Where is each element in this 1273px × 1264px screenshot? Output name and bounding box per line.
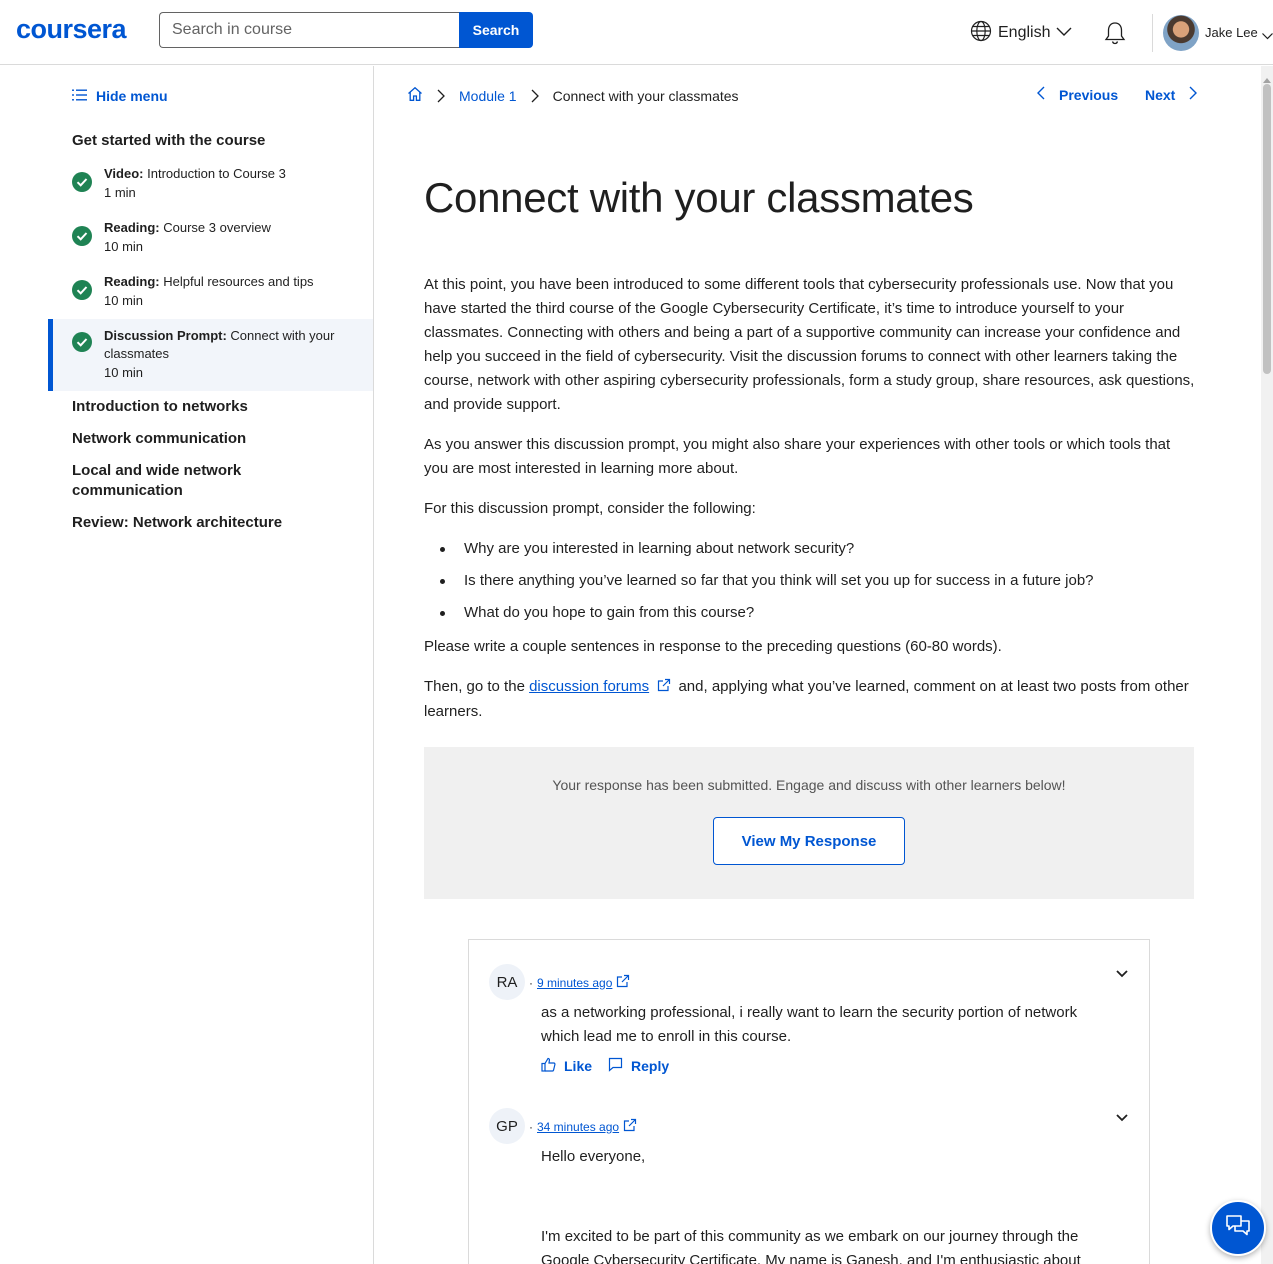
bell-icon[interactable]: [1102, 20, 1128, 46]
external-link-icon[interactable]: [623, 1118, 637, 1135]
external-link-icon[interactable]: [616, 974, 630, 991]
word-count-paragraph: Please write a couple sentences in respo…: [424, 638, 1002, 655]
scrollbar-thumb[interactable]: [1263, 84, 1271, 374]
item-type: Discussion Prompt:: [104, 328, 227, 343]
main-content: Module 1 Connect with your classmates Pr…: [374, 66, 1261, 1264]
consider-paragraph: For this discussion prompt, consider the…: [424, 500, 756, 517]
course-sidebar: Hide menu Get started with the course Vi…: [0, 66, 374, 1264]
avatar[interactable]: GP: [489, 1108, 525, 1144]
previous-label: Previous: [1059, 86, 1119, 103]
sidebar-section-intro-networks[interactable]: Introduction to networks: [72, 397, 312, 417]
breadcrumb: Module 1 Connect with your classmates: [407, 86, 739, 105]
item-title: Introduction to Course 3: [147, 166, 286, 181]
username[interactable]: Jake Lee: [1205, 25, 1258, 40]
sidebar-item-helpful-resources[interactable]: Reading: Helpful resources and tips 10 m…: [48, 272, 373, 318]
page-scrollbar[interactable]: [1261, 66, 1273, 1264]
post-actions: Like Reply: [541, 1057, 669, 1075]
item-duration: 10 min: [104, 365, 144, 380]
check-icon: [72, 172, 92, 192]
post-body: I'm excited to be part of this community…: [541, 1228, 1081, 1264]
top-header: coursera Search English Jake Lee: [0, 0, 1273, 65]
item-type: Reading:: [104, 220, 160, 235]
avatar[interactable]: [1163, 15, 1199, 51]
chevron-right-icon: [437, 89, 445, 103]
post-timestamp: · 34 minutes ago: [529, 1118, 637, 1135]
chat-button[interactable]: [1210, 1200, 1266, 1256]
breadcrumb-current: Connect with your classmates: [552, 87, 739, 104]
item-duration: 10 min: [104, 293, 144, 308]
thumbs-up-icon: [541, 1057, 556, 1075]
discussion-forums-link[interactable]: discussion forums: [529, 678, 649, 695]
forum-paragraph: Then, go to the discussion forums and, a…: [424, 675, 1196, 724]
search-input[interactable]: [159, 12, 459, 48]
lesson-title: Get started with the course: [72, 132, 266, 149]
external-link-icon: [657, 676, 671, 700]
chat-icon: [1224, 1212, 1252, 1245]
list-item: Why are you interested in learning about…: [438, 537, 1198, 569]
post-body: as a networking professional, i really w…: [541, 1004, 1078, 1045]
chevron-left-icon: [1037, 86, 1045, 103]
next-button[interactable]: Next: [1145, 86, 1198, 103]
coursera-logo[interactable]: coursera: [16, 14, 127, 45]
discussion-posts: RA · 9 minutes ago as a networking profe…: [468, 939, 1150, 1264]
sidebar-item-discussion-prompt[interactable]: Discussion Prompt: Connect with your cla…: [48, 319, 373, 391]
sidebar-section-network-communication[interactable]: Network communication: [72, 429, 312, 449]
comment-icon: [608, 1057, 623, 1075]
avatar[interactable]: RA: [489, 964, 525, 1000]
list-item: What do you hope to gain from this cours…: [438, 601, 1198, 633]
sidebar-section-review[interactable]: Review: Network architecture: [72, 513, 312, 533]
check-icon: [72, 226, 92, 246]
view-my-response-button[interactable]: View My Response: [713, 817, 905, 865]
post-time-link[interactable]: 9 minutes ago: [537, 976, 612, 990]
submission-banner: Your response has been submitted. Engage…: [424, 747, 1194, 899]
sidebar-item-video-intro[interactable]: Video: Introduction to Course 3 1 min: [48, 164, 373, 210]
sidebar-item-course-overview[interactable]: Reading: Course 3 overview 10 min: [48, 218, 373, 264]
chevron-down-icon[interactable]: [1262, 27, 1273, 45]
hide-menu-label: Hide menu: [96, 88, 168, 104]
search-button[interactable]: Search: [459, 12, 533, 48]
item-title: Course 3 overview: [163, 220, 271, 235]
item-type: Reading:: [104, 274, 160, 289]
like-label: Like: [564, 1058, 593, 1074]
language-selector[interactable]: English: [970, 20, 1072, 47]
check-icon: [72, 332, 92, 352]
chevron-right-icon: [531, 89, 539, 103]
item-duration: 10 min: [104, 239, 144, 254]
hide-menu-button[interactable]: Hide menu: [72, 88, 168, 104]
reply-label: Reply: [631, 1058, 670, 1074]
sidebar-section-local-wide-network[interactable]: Local and wide network communication: [72, 461, 312, 501]
like-button[interactable]: Like: [541, 1057, 592, 1075]
chevron-right-icon: [1189, 86, 1198, 103]
check-icon: [72, 280, 92, 300]
question-list: Why are you interested in learning about…: [438, 537, 1198, 633]
chevron-down-icon: [1056, 24, 1072, 42]
post-time-link[interactable]: 34 minutes ago: [537, 1120, 619, 1134]
post-timestamp: · 9 minutes ago: [529, 974, 630, 991]
chevron-down-icon[interactable]: [1115, 966, 1129, 984]
intro-paragraph: At this point, you have been introduced …: [424, 276, 1195, 413]
header-divider: [1152, 14, 1153, 52]
language-label: English: [998, 24, 1051, 41]
chevron-down-icon[interactable]: [1115, 1110, 1129, 1128]
reply-button[interactable]: Reply: [608, 1057, 669, 1075]
home-icon[interactable]: [407, 86, 423, 105]
globe-icon: [970, 20, 992, 47]
forum-text-before: Then, go to the: [424, 678, 525, 695]
item-type: Video:: [104, 166, 144, 181]
prompt-paragraph: As you answer this discussion prompt, yo…: [424, 436, 1171, 477]
page-title: Connect with your classmates: [424, 174, 974, 221]
list-item: Is there anything you’ve learned so far …: [438, 569, 1198, 601]
item-duration: 1 min: [104, 185, 136, 200]
post-greeting: Hello everyone,: [541, 1148, 646, 1165]
breadcrumb-module[interactable]: Module 1: [459, 88, 517, 104]
item-title: Helpful resources and tips: [163, 274, 314, 289]
previous-button[interactable]: Previous: [1037, 86, 1118, 103]
submission-message: Your response has been submitted. Engage…: [552, 777, 1066, 793]
next-label: Next: [1145, 86, 1176, 103]
list-icon: [72, 88, 87, 104]
